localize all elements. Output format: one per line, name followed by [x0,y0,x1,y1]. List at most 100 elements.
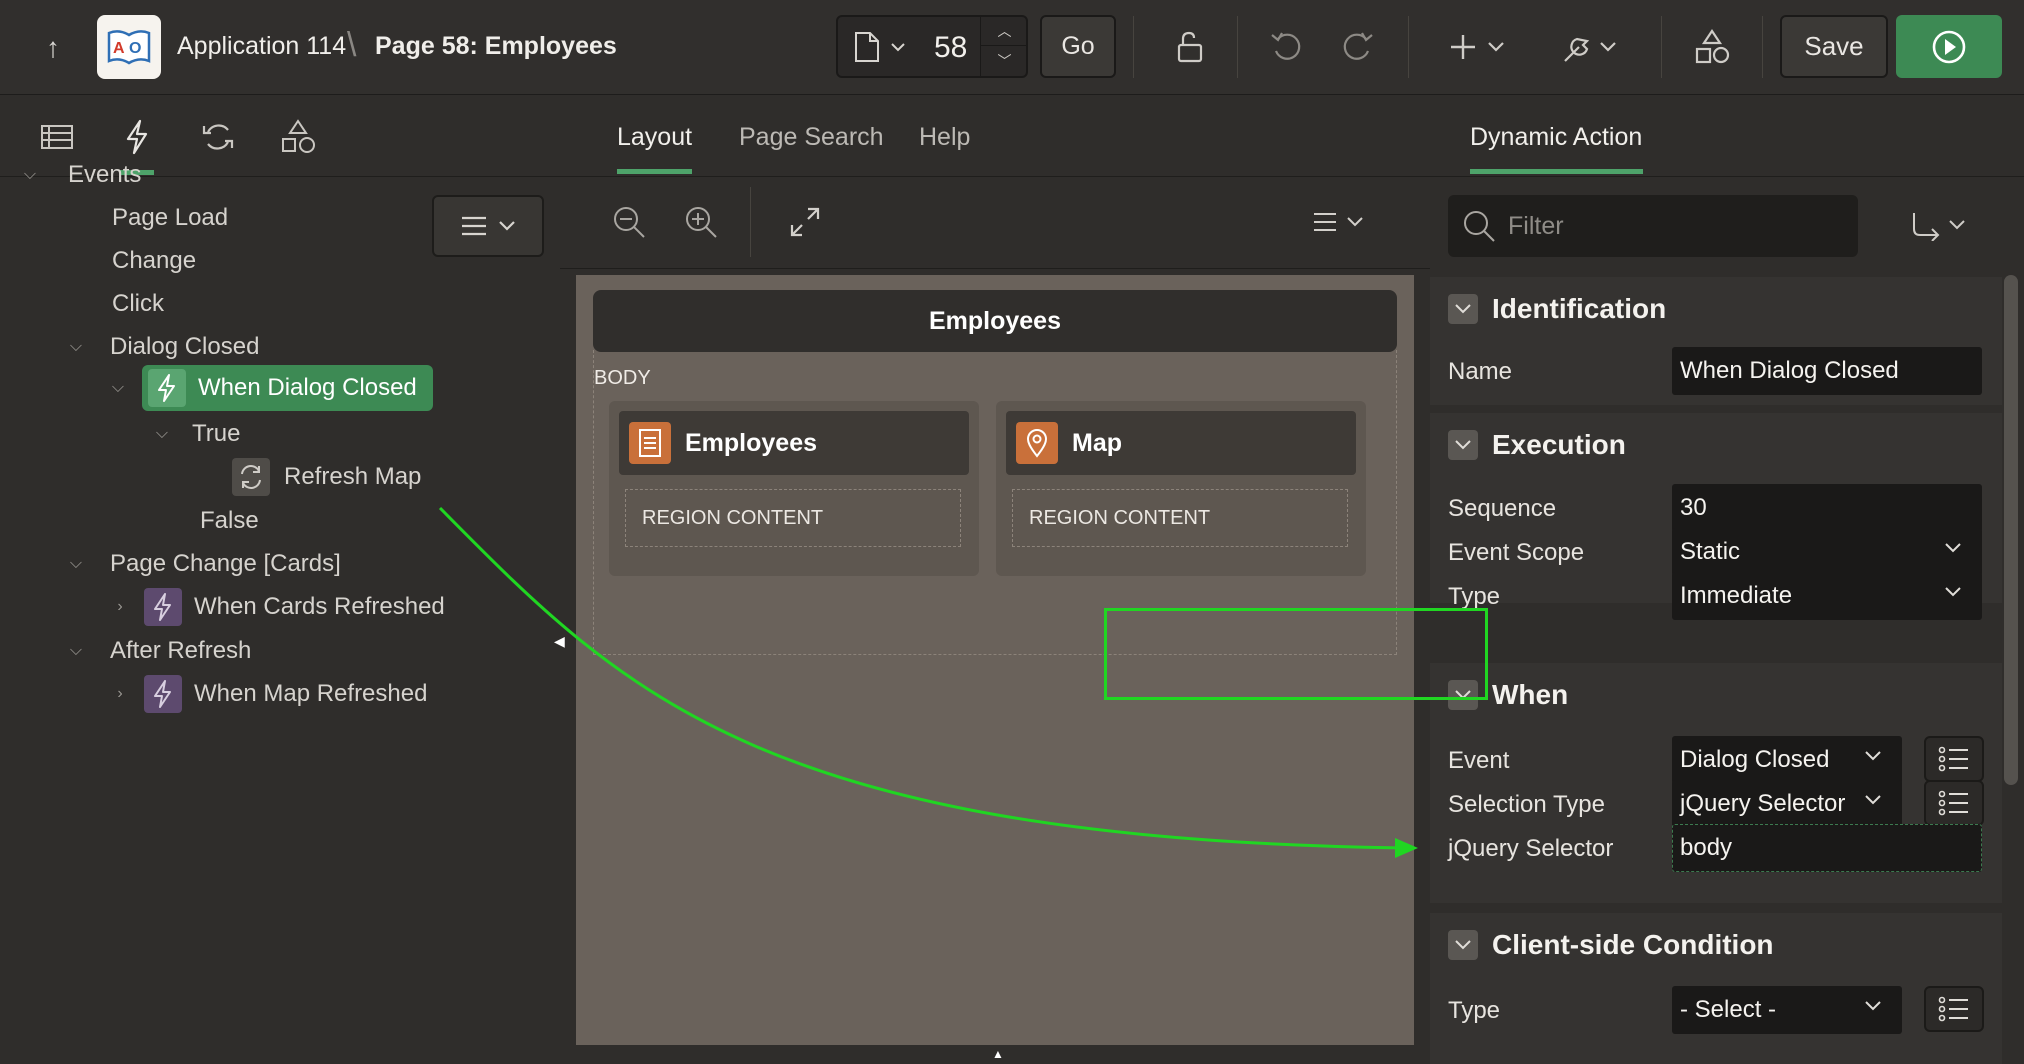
chevron-down-icon[interactable] [1448,930,1478,960]
chevron-down-icon[interactable]: ⌵ [64,552,88,576]
tree-node-click[interactable]: Click [112,282,164,326]
name-input[interactable]: When Dialog Closed [1672,347,1982,395]
page-type-icon[interactable] [854,32,912,62]
scroll-up-icon[interactable]: ▲ [992,1047,1004,1061]
toolbar-divider [1762,16,1763,78]
chevron-down-icon [1865,1001,1881,1011]
tree-node-false[interactable]: False [200,499,259,543]
jquery-selector-label: jQuery Selector [1448,835,1614,862]
map-pin-icon [1016,422,1058,464]
tab-page-search[interactable]: Page Search [739,123,884,152]
tree-node-after-refresh[interactable]: ⌵ After Refresh [64,629,251,673]
tree-node-when-map-refreshed[interactable]: › When Map Refreshed [108,672,427,716]
condition-type-select[interactable]: - Select - [1672,986,1902,1034]
tab-help[interactable]: Help [919,123,970,152]
top-toolbar: ↑ A O Application 114 \ Page 58: Employe… [0,0,2024,95]
event-scope-select[interactable]: Static [1672,528,1982,576]
app-logo[interactable]: A O [97,15,161,79]
property-editor: Dynamic Action Filter Identification Nam… [1430,95,2024,1064]
center-tabs: Layout Page Search Help [560,95,1430,177]
region-content[interactable]: REGION CONTENT [625,489,961,547]
page-number-input[interactable]: 58 [934,31,967,65]
run-button[interactable] [1896,15,2002,78]
list-icon [1938,996,1968,1022]
scrollbar[interactable] [2004,275,2018,785]
sequence-input[interactable]: 30 [1672,484,1982,532]
shared-components-icon[interactable] [1682,17,1742,77]
chevron-right-icon[interactable]: › [108,682,132,706]
report-icon [629,422,671,464]
tree-menu-button[interactable] [432,195,544,257]
tree-node-page-change-cards[interactable]: ⌵ Page Change [Cards] [64,542,341,586]
unlock-icon[interactable] [1158,17,1218,77]
chevron-down-icon[interactable]: ⌵ [64,335,88,359]
region-header[interactable]: Map [1006,411,1356,475]
chevron-right-icon[interactable]: › [108,595,132,619]
selection-type-list-button[interactable] [1924,780,1984,826]
selection-type-select[interactable]: jQuery Selector [1672,780,1902,828]
tree-node-when-cards-refreshed[interactable]: › When Cards Refreshed [108,585,445,629]
utilities-wrench-icon[interactable] [1556,17,1626,77]
filter-input[interactable]: Filter [1448,195,1858,257]
undo-icon[interactable] [1256,17,1316,77]
annotation-highlight-box [1104,608,1488,700]
chevron-down-icon[interactable]: ⌵ [106,376,130,400]
tree-node-events[interactable]: ⌵ Events [18,153,141,197]
event-scope-label: Event Scope [1448,539,1585,566]
processing-tab-icon[interactable] [196,115,240,159]
chevron-down-icon [1865,795,1881,805]
zoom-in-icon[interactable] [684,205,718,239]
lightning-icon [144,675,182,713]
app-name-link[interactable]: Application 114 [177,32,346,61]
section-header[interactable]: Identification [1430,277,2002,341]
refresh-icon [232,458,270,496]
create-menu-icon[interactable] [1444,17,1514,77]
up-arrow-icon[interactable]: ↑ [38,30,68,66]
chevron-down-icon [1865,751,1881,761]
tree-node-change[interactable]: Change [112,239,196,283]
region-content[interactable]: REGION CONTENT [1012,489,1348,547]
go-to-group-icon[interactable] [1910,211,1968,241]
chevron-down-icon[interactable]: ⌵ [150,422,174,446]
collapse-left-icon[interactable]: ◀ [554,633,565,650]
tree-node-true[interactable]: ⌵ True [150,412,241,456]
selection-type-value: jQuery Selector [1680,790,1846,817]
body-label: BODY [594,367,651,389]
chevron-down-icon[interactable] [1448,294,1478,324]
chevron-down-icon[interactable] [1448,430,1478,460]
tab-dynamic-action[interactable]: Dynamic Action [1470,123,1642,152]
tree-node-when-dialog-closed[interactable]: ⌵ When Dialog Closed [106,365,433,411]
save-button[interactable]: Save [1780,15,1888,78]
decrement-icon[interactable]: ﹀ [981,46,1028,75]
region-title: Map [1072,428,1122,457]
go-button[interactable]: Go [1040,15,1116,78]
section-header[interactable]: When [1430,663,2002,727]
tab-layout[interactable]: Layout [617,123,692,152]
section-client-side-condition: Client-side Condition Type - Select - [1430,913,2002,1064]
shared-components-tab-icon[interactable] [276,115,320,159]
section-header[interactable]: Execution [1430,413,2002,477]
redo-icon[interactable] [1328,17,1388,77]
tree-node-dialog-closed[interactable]: ⌵ Dialog Closed [64,325,260,369]
event-scope-value: Static [1680,538,1741,565]
jquery-selector-input[interactable]: body [1672,824,1982,872]
page-header-region[interactable]: Employees [593,290,1397,352]
chevron-down-icon[interactable]: ⌵ [18,163,42,187]
section-header[interactable]: Client-side Condition [1430,913,2002,977]
expand-icon[interactable] [788,205,822,239]
increment-icon[interactable]: ︿ [981,17,1028,46]
region-header[interactable]: Employees [619,411,969,475]
event-select[interactable]: Dialog Closed [1672,736,1902,784]
chevron-down-icon[interactable]: ⌵ [64,639,88,663]
tree-node-page-load[interactable]: Page Load [112,196,228,240]
name-label: Name [1448,358,1513,385]
layout-menu-icon[interactable] [1312,211,1368,233]
region-employees[interactable]: Employees REGION CONTENT [609,401,979,576]
tree-node-refresh-map[interactable]: Refresh Map [232,455,421,499]
event-list-button[interactable] [1924,736,1984,782]
selected-tree-node[interactable]: When Dialog Closed [142,365,433,411]
condition-type-list-button[interactable] [1924,986,1984,1032]
zoom-out-icon[interactable] [612,205,646,239]
type-select[interactable]: Immediate [1672,572,1982,620]
region-map[interactable]: Map REGION CONTENT [996,401,1366,576]
